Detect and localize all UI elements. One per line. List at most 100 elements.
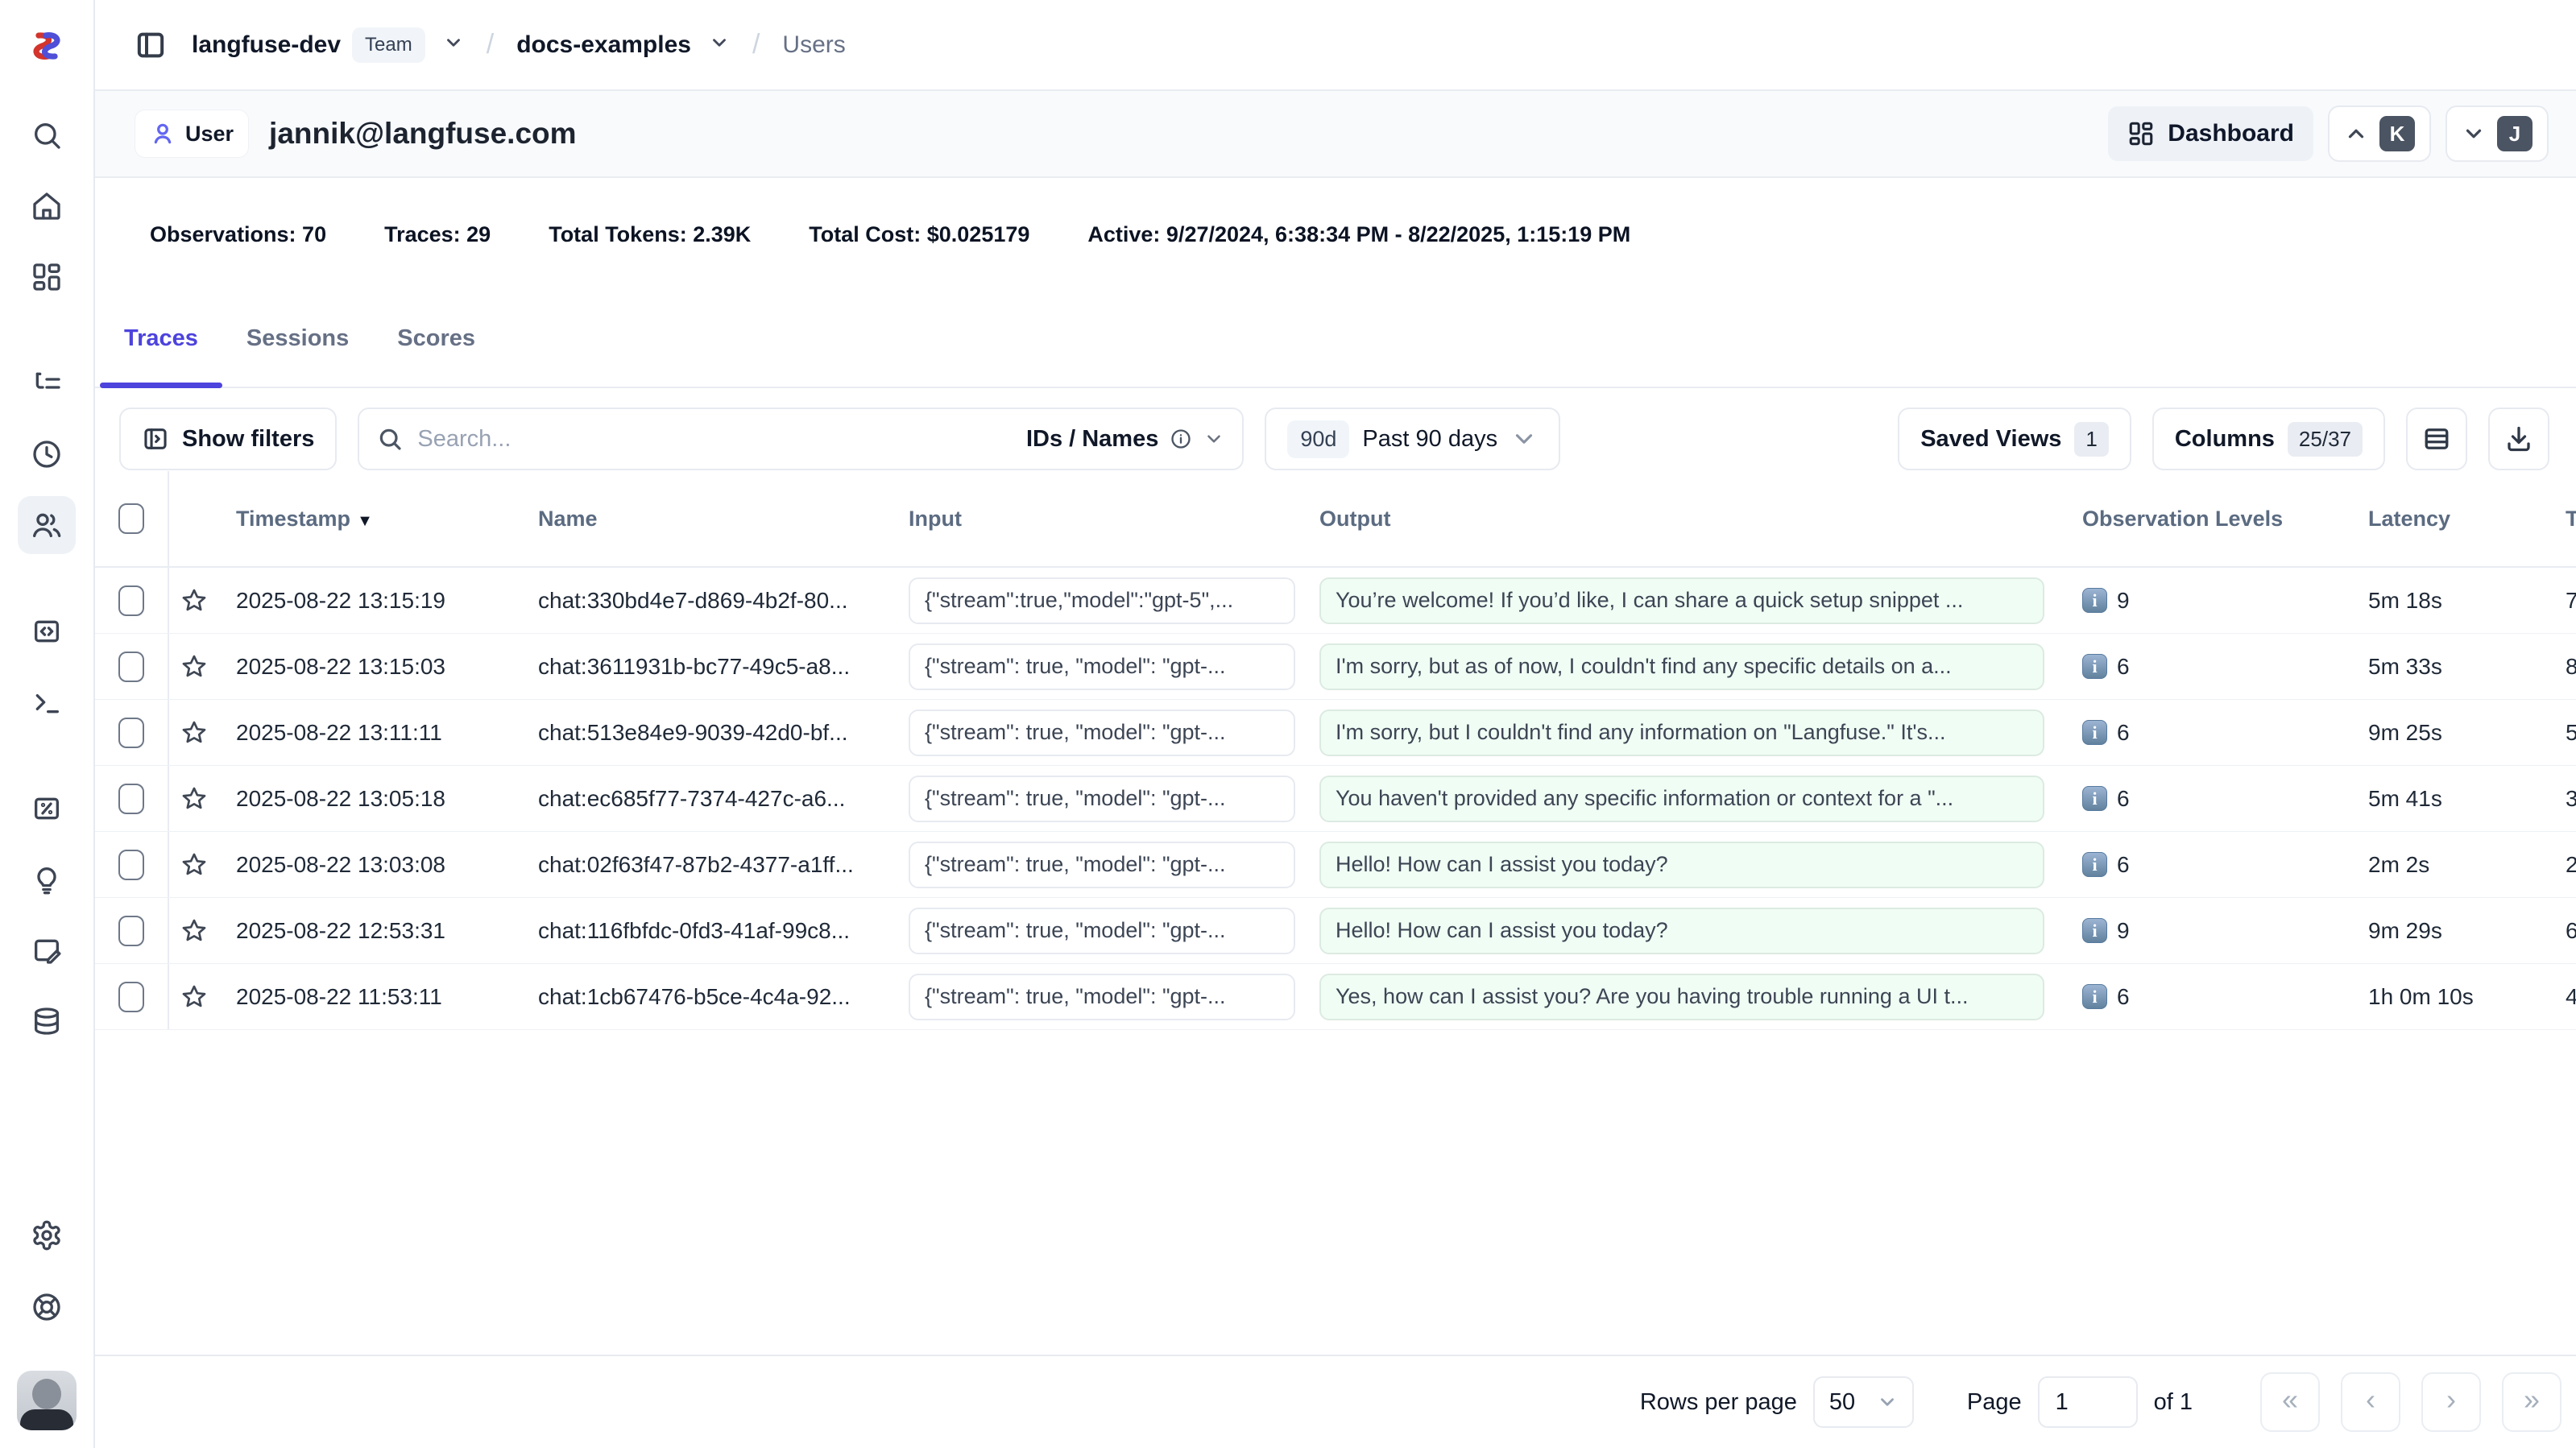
home-icon[interactable] xyxy=(18,177,76,235)
users-icon[interactable] xyxy=(18,496,76,554)
column-header-output[interactable]: Output xyxy=(1309,507,2066,532)
langfuse-logo[interactable] xyxy=(0,0,93,91)
table-row[interactable]: 2025-08-22 13:15:19 chat:330bd4e7-d869-4… xyxy=(95,568,2576,634)
table-row[interactable]: 2025-08-22 13:11:11 chat:513e84e9-9039-4… xyxy=(95,700,2576,766)
trace-name[interactable]: chat:02f63f47-87b2-4377-a1ff... xyxy=(528,852,898,878)
settings-icon[interactable] xyxy=(18,1206,76,1264)
row-checkbox[interactable] xyxy=(118,982,144,1012)
trace-input-preview[interactable]: {"stream": true, "model": "gpt-... xyxy=(909,842,1295,888)
column-header-observation-levels[interactable]: Observation Levels xyxy=(2066,507,2368,532)
observation-levels-cell: i 6 xyxy=(2066,720,2368,746)
bookmark-star-icon[interactable] xyxy=(180,785,208,813)
trace-input-preview[interactable]: {"stream": true, "model": "gpt-... xyxy=(909,908,1295,954)
select-all-checkbox[interactable] xyxy=(118,503,144,534)
tab-traces[interactable]: Traces xyxy=(100,291,222,387)
sidebar-toggle-icon[interactable] xyxy=(127,22,174,68)
trace-input-preview[interactable]: {"stream": true, "model": "gpt-... xyxy=(909,710,1295,756)
column-header-latency[interactable]: Latency xyxy=(2368,507,2566,532)
search-scope-selector[interactable]: IDs / Names xyxy=(1026,426,1224,453)
playground-icon[interactable] xyxy=(18,673,76,731)
previous-item-button[interactable]: K xyxy=(2328,105,2431,162)
trace-output-cell: I'm sorry, but I couldn't find any infor… xyxy=(1309,710,2066,756)
row-checkbox[interactable] xyxy=(118,784,144,814)
saved-views-button[interactable]: Saved Views 1 xyxy=(1898,408,2131,470)
org-switcher-chevron-icon[interactable] xyxy=(443,32,464,57)
trace-name[interactable]: chat:116fbfdc-0fd3-41af-99c8... xyxy=(528,918,898,944)
page-number-input[interactable] xyxy=(2038,1376,2138,1428)
last-page-button[interactable]: » xyxy=(2502,1372,2562,1432)
trace-output-preview[interactable]: Yes, how can I assist you? Are you havin… xyxy=(1319,974,2044,1020)
trace-output-preview[interactable]: I'm sorry, but as of now, I couldn't fin… xyxy=(1319,643,2044,690)
row-checkbox[interactable] xyxy=(118,585,144,616)
column-header-timestamp[interactable]: Timestamp▼ xyxy=(219,507,528,532)
bookmark-star-icon[interactable] xyxy=(180,851,208,879)
bookmark-star-icon[interactable] xyxy=(180,719,208,747)
columns-button[interactable]: Columns 25/37 xyxy=(2152,408,2385,470)
shortcut-keycap: K xyxy=(2379,116,2415,151)
trace-name[interactable]: chat:330bd4e7-d869-4b2f-80... xyxy=(528,588,898,614)
dashboards-icon[interactable] xyxy=(18,248,76,306)
tab-scores[interactable]: Scores xyxy=(373,291,499,387)
bookmark-star-icon[interactable] xyxy=(180,917,208,945)
table-row[interactable]: 2025-08-22 13:03:08 chat:02f63f47-87b2-4… xyxy=(95,832,2576,898)
tab-sessions[interactable]: Sessions xyxy=(222,291,373,387)
bookmark-star-icon[interactable] xyxy=(180,587,208,614)
column-header-clipped[interactable]: T xyxy=(2566,507,2576,532)
annotation-icon[interactable] xyxy=(18,921,76,979)
bookmark-star-icon[interactable] xyxy=(180,653,208,681)
breadcrumb-org[interactable]: langfuse-dev xyxy=(192,31,341,59)
project-switcher-chevron-icon[interactable] xyxy=(709,32,730,57)
entity-type-label: User xyxy=(185,122,234,147)
bookmark-star-icon[interactable] xyxy=(180,983,208,1011)
trace-output-preview[interactable]: You’re welcome! If you’d like, I can sha… xyxy=(1319,577,2044,624)
sessions-icon[interactable] xyxy=(18,425,76,483)
row-height-button[interactable] xyxy=(2406,408,2467,470)
column-header-input[interactable]: Input xyxy=(898,507,1309,532)
table-row[interactable]: 2025-08-22 11:53:11 chat:1cb67476-b5ce-4… xyxy=(95,964,2576,1030)
table-row[interactable]: 2025-08-22 13:15:03 chat:3611931b-bc77-4… xyxy=(95,634,2576,700)
next-item-button[interactable]: J xyxy=(2446,105,2549,162)
trace-name[interactable]: chat:513e84e9-9039-42d0-bf... xyxy=(528,720,898,746)
export-button[interactable] xyxy=(2488,408,2549,470)
trace-output-preview[interactable]: You haven't provided any specific inform… xyxy=(1319,776,2044,822)
user-stats: Observations: 70 Traces: 29 Total Tokens… xyxy=(95,178,2576,291)
trace-name[interactable]: chat:1cb67476-b5ce-4c4a-92... xyxy=(528,984,898,1010)
trace-input-preview[interactable]: {"stream": true, "model": "gpt-... xyxy=(909,643,1295,690)
trace-output-preview[interactable]: I'm sorry, but I couldn't find any infor… xyxy=(1319,710,2044,756)
prompts-icon[interactable] xyxy=(18,602,76,660)
first-page-button[interactable]: « xyxy=(2260,1372,2320,1432)
trace-output-preview[interactable]: Hello! How can I assist you today? xyxy=(1319,908,2044,954)
previous-page-button[interactable]: ‹ xyxy=(2341,1372,2400,1432)
rows-per-page-select[interactable]: 50 xyxy=(1813,1376,1914,1428)
row-checkbox[interactable] xyxy=(118,652,144,682)
datasets-icon[interactable] xyxy=(18,992,76,1050)
user-icon xyxy=(150,121,176,147)
next-page-button[interactable]: › xyxy=(2421,1372,2481,1432)
trace-output-preview[interactable]: Hello! How can I assist you today? xyxy=(1319,842,2044,888)
table-row[interactable]: 2025-08-22 12:53:31 chat:116fbfdc-0fd3-4… xyxy=(95,898,2576,964)
trace-input-preview[interactable]: {"stream": true, "model": "gpt-... xyxy=(909,776,1295,822)
chevron-down-icon xyxy=(2462,122,2486,146)
trace-input-preview[interactable]: {"stream":true,"model":"gpt-5",... xyxy=(909,577,1295,624)
row-checkbox[interactable] xyxy=(118,850,144,880)
trace-name[interactable]: chat:ec685f77-7374-427c-a6... xyxy=(528,786,898,812)
trace-input-preview[interactable]: {"stream": true, "model": "gpt-... xyxy=(909,974,1295,1020)
table-row[interactable]: 2025-08-22 13:05:18 chat:ec685f77-7374-4… xyxy=(95,766,2576,832)
user-avatar[interactable] xyxy=(17,1371,77,1430)
show-filters-button[interactable]: Show filters xyxy=(119,408,337,470)
search-icon[interactable] xyxy=(18,106,76,164)
trace-name[interactable]: chat:3611931b-bc77-49c5-a8... xyxy=(528,654,898,680)
column-header-name[interactable]: Name xyxy=(528,507,898,532)
date-range-button[interactable]: 90d Past 90 days xyxy=(1265,408,1560,470)
breadcrumb-project[interactable]: docs-examples xyxy=(516,31,691,59)
row-checkbox[interactable] xyxy=(118,718,144,748)
evaluation-icon[interactable] xyxy=(18,780,76,838)
insights-icon[interactable] xyxy=(18,850,76,908)
support-icon[interactable] xyxy=(18,1278,76,1336)
search-input[interactable] xyxy=(417,426,1012,453)
dashboard-button[interactable]: Dashboard xyxy=(2108,106,2313,161)
date-range-badge: 90d xyxy=(1287,420,1349,458)
row-checkbox[interactable] xyxy=(118,916,144,946)
page-label: Page xyxy=(1967,1389,2022,1416)
tracing-icon[interactable] xyxy=(18,354,76,412)
